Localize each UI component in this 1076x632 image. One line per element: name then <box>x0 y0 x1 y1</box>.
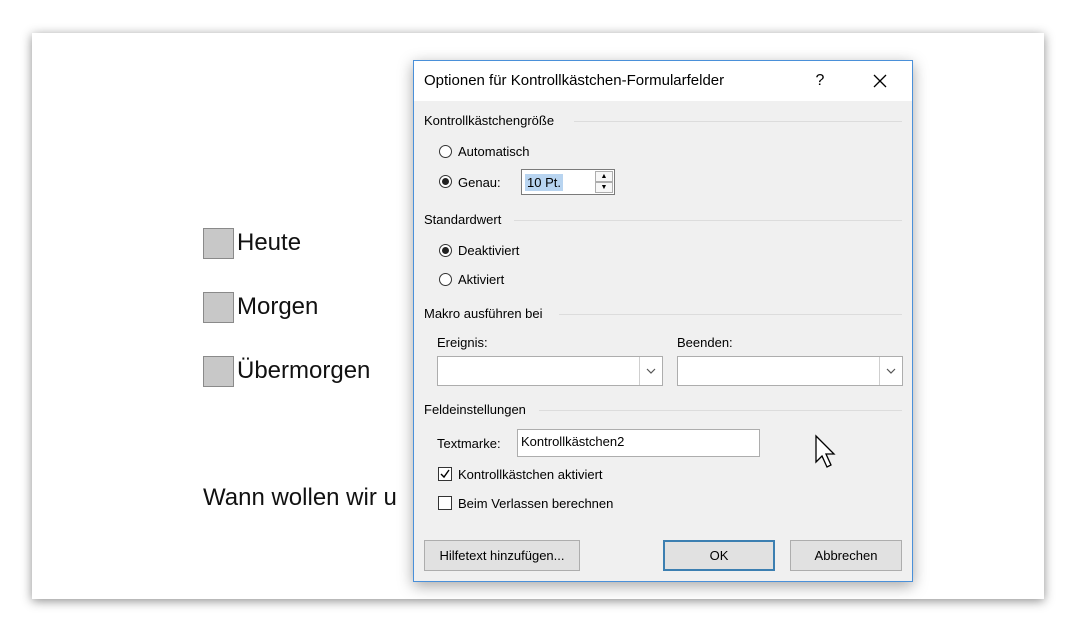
help-button[interactable]: ? <box>810 69 830 93</box>
divider <box>574 121 902 122</box>
entry-macro-dropdown[interactable] <box>437 356 663 386</box>
exit-macro-label: Beenden: <box>677 335 733 350</box>
exit-macro-dropdown[interactable] <box>677 356 903 386</box>
checkmark-icon <box>440 469 450 479</box>
spinner-buttons: ▲ ▼ <box>595 171 613 193</box>
dialog-title-bar: Optionen für Kontrollkästchen-Formularfe… <box>414 61 912 101</box>
bookmark-label: Textmarke: <box>437 436 501 451</box>
size-spinner[interactable]: 10 Pt. ▲ ▼ <box>521 169 615 195</box>
divider <box>559 314 902 315</box>
size-group-title: Kontrollkästchengröße <box>424 113 555 128</box>
spin-up-button[interactable]: ▲ <box>595 171 613 182</box>
form-checkbox-label: Übermorgen <box>237 357 371 384</box>
close-icon <box>873 74 887 88</box>
form-checkbox-row: Morgen <box>203 290 318 324</box>
entry-macro-label: Ereignis: <box>437 335 488 350</box>
checkbox-enabled-checkbox[interactable] <box>438 467 452 481</box>
size-exact-radio[interactable] <box>439 175 452 188</box>
divider <box>514 220 902 221</box>
spin-down-button[interactable]: ▼ <box>595 182 613 193</box>
default-disabled-radio[interactable] <box>439 244 452 257</box>
form-checkbox[interactable] <box>203 355 234 387</box>
checkbox-options-dialog: Optionen für Kontrollkästchen-Formularfe… <box>413 60 913 582</box>
bookmark-input[interactable]: Kontrollkästchen2 <box>517 429 760 457</box>
form-checkbox-row: Heute <box>203 226 301 260</box>
default-enabled-radio[interactable] <box>439 273 452 286</box>
form-checkbox-row: Übermorgen <box>203 354 370 388</box>
mouse-pointer-icon <box>815 434 836 468</box>
ok-button[interactable]: OK <box>663 540 775 571</box>
cancel-button[interactable]: Abbrechen <box>790 540 902 571</box>
field-group-title: Feldeinstellungen <box>424 402 526 417</box>
calc-on-exit-checkbox[interactable] <box>438 496 452 510</box>
document-question-text: Wann wollen wir u <box>203 484 397 511</box>
checkbox-enabled-label: Kontrollkästchen aktiviert <box>458 467 603 482</box>
default-enabled-label: Aktiviert <box>458 272 505 287</box>
dialog-title: Optionen für Kontrollkästchen-Formularfe… <box>424 72 725 89</box>
default-group-title: Standardwert <box>424 212 502 227</box>
form-checkbox-label: Morgen <box>237 293 319 320</box>
close-button[interactable] <box>866 69 894 93</box>
form-checkbox-label: Heute <box>237 229 302 256</box>
size-automatic-radio[interactable] <box>439 145 452 158</box>
macro-group-title: Makro ausführen bei <box>424 306 543 321</box>
divider <box>539 410 902 411</box>
size-value[interactable]: 10 Pt. <box>525 174 563 191</box>
calc-on-exit-label: Beim Verlassen berechnen <box>458 496 614 511</box>
add-help-text-button[interactable]: Hilfetext hinzufügen... <box>424 540 580 571</box>
form-checkbox[interactable] <box>203 227 234 259</box>
chevron-down-icon[interactable] <box>879 357 902 385</box>
size-automatic-label: Automatisch <box>458 144 530 159</box>
chevron-down-icon[interactable] <box>639 357 662 385</box>
form-checkbox[interactable] <box>203 291 234 323</box>
size-exact-label: Genau: <box>458 175 501 190</box>
default-disabled-label: Deaktiviert <box>458 243 520 258</box>
